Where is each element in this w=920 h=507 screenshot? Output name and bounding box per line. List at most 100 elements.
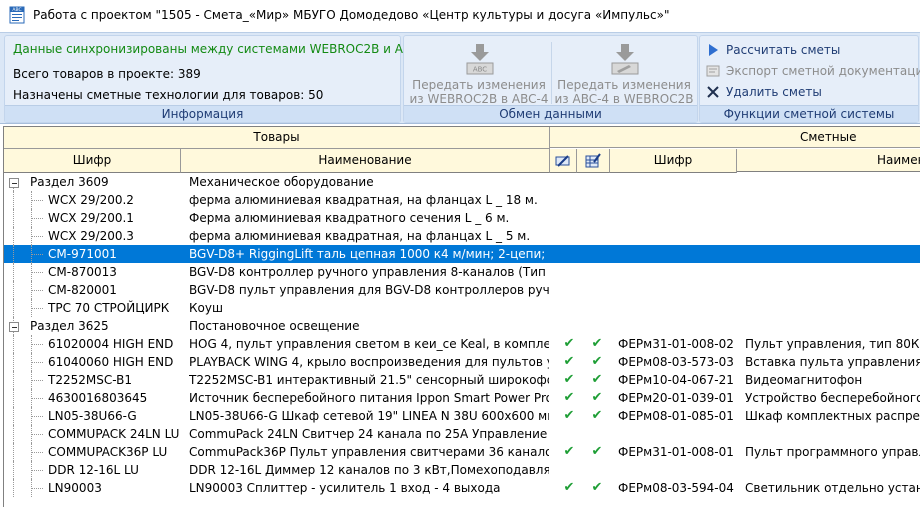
table-row[interactable]: COMMUPACK36P LU CommuPack36P Пульт управл… [4,443,920,461]
table-row[interactable]: Раздел 3625 Постановочное освещение [4,317,920,335]
tree-lines [4,191,44,209]
header-name[interactable]: Наименование [181,149,550,173]
send-to-webroc-button[interactable]: Передать изменения из ABC-4 в WEBROC2B [554,40,694,106]
collapse-toggle-icon[interactable] [9,178,19,188]
check-icon[interactable]: ✔ [587,353,607,371]
cell-tech-name: Светильник отдельно устанавл [745,481,920,495]
play-icon [709,44,718,56]
table-row[interactable]: WCX 29/200.2 ферма алюминиевая квадратная… [4,191,920,209]
table-row[interactable]: WCX 29/200.3 ферма алюминиевая квадратная… [4,227,920,245]
table-row[interactable]: LN05-38U66-G LN05-38U66-G Шкаф сетевой 19… [4,407,920,425]
tree-lines [4,353,44,371]
table-row[interactable]: WCX 29/200.1 Ферма алюминиевая квадратног… [4,209,920,227]
grid-rows: Раздел 3609 Механическое оборудование WCX … [4,173,920,497]
item-code: WCX 29/200.3 [48,229,134,243]
band-goods: Товары [4,127,550,149]
item-code: 61020004 HIGH END [48,337,174,351]
check-icon[interactable]: ✔ [587,407,607,425]
tree-lines [4,479,44,497]
tree-lines [4,299,44,317]
table-row[interactable]: 61040060 HIGH END PLAYBACK WING 4, крыло … [4,353,920,371]
cell-tech-code: ФЕРм08-01-085-01 [618,409,734,423]
tree-lines [4,227,44,245]
tree-lines [4,389,44,407]
cell-code: CM-971001 [4,245,180,263]
cell-code: DDR 12-16L LU [4,461,180,479]
header-code2[interactable]: Шифр [610,149,737,173]
item-code: COMMUPACK 24LN LU [48,427,180,441]
check-icon[interactable]: ✔ [559,371,579,389]
total-items: Всего товаров в проекте: 389 [13,67,201,81]
ribbon: Данные синхронизированы между системами … [0,32,920,124]
check-icon[interactable]: ✔ [587,371,607,389]
group-label-functions: Функции сметной системы [700,105,918,122]
cell-code: T2252MSC-B1 [4,371,180,389]
check-icon[interactable]: ✔ [559,353,579,371]
upload-icon [611,44,639,75]
delete-estimates-label: Удалить сметы [726,85,822,99]
cell-name: Постановочное освещение [189,319,360,333]
cell-name: LN05-38U66-G Шкаф сетевой 19" LINEA N 38… [189,409,549,423]
check-icon[interactable]: ✔ [559,407,579,425]
item-code: WCX 29/200.2 [48,193,134,207]
cell-name: BGV-D8+ RiggingLift таль цепная 1000 к4 … [189,247,549,261]
cell-name: T2252MSC-B1 интерактивный 21.5" сенсорны… [189,373,549,387]
cell-code: WCX 29/200.2 [4,191,180,209]
check-icon[interactable]: ✔ [587,389,607,407]
item-code: CM-870013 [48,265,117,279]
table-row[interactable]: T2252MSC-B1 T2252MSC-B1 интерактивный 21.… [4,371,920,389]
tree-lines [4,245,44,263]
collapse-toggle-icon[interactable] [9,322,19,332]
cell-tech-name: Видеомагнитофон [745,373,863,387]
table-row[interactable]: DDR 12-16L LU DDR 12-16L Диммер 12 канало… [4,461,920,479]
section-code: Раздел 3609 [30,175,109,189]
cell-tech-name: Пульт управления, тип 80К-49 [745,337,920,351]
calculate-estimates-label: Рассчитать сметы [726,43,841,57]
band-tech: Сметные технологии [550,127,920,165]
items-grid: Товары Сметные технологии Шифр Наименова… [3,126,920,507]
check-icon[interactable]: ✔ [587,443,607,461]
check-icon[interactable]: ✔ [587,479,607,497]
header-code[interactable]: Шифр [4,149,181,173]
table-row[interactable]: TPC 70 СТРОЙЦИРК Коуш [4,299,920,317]
cell-code: COMMUPACK 24LN LU [4,425,180,443]
svg-text:ABC: ABC [473,66,487,74]
cell-name: BGV-D8 пульт управления для BGV-D8 контр… [189,283,549,297]
header-edit[interactable] [550,149,577,173]
send-to-abc-button[interactable]: ABC Передать изменения из WEBROC2B в ABC-… [409,40,549,106]
cell-name: Источник бесперебойного питания Ippon Sm… [189,391,549,405]
group-label-exchange: Обмен данными [404,105,697,122]
header-table-edit[interactable] [577,149,610,173]
table-row[interactable]: CM-870013 BGV-D8 контроллер ручного управ… [4,263,920,281]
cell-name: CommuPack 24LN Свитчер 24 канала по 25A … [189,427,549,441]
table-row[interactable]: Раздел 3609 Механическое оборудование [4,173,920,191]
check-icon[interactable]: ✔ [559,335,579,353]
check-icon[interactable]: ✔ [559,443,579,461]
app-icon: ABC [9,6,25,24]
table-row[interactable]: 61020004 HIGH END HOG 4, пульт управления… [4,335,920,353]
item-code: WCX 29/200.1 [48,211,134,225]
sync-status: Данные синхронизированы между системами … [13,42,432,56]
check-icon[interactable]: ✔ [559,389,579,407]
tree-lines [4,461,44,479]
cell-tech-code: ФЕРм31-01-008-02 [618,337,734,351]
export-icon [706,65,720,77]
cell-code: CM-820001 [4,281,180,299]
upload-icon: ABC [466,44,494,75]
cell-name: Механическое оборудование [189,175,374,189]
check-icon[interactable]: ✔ [587,335,607,353]
table-row[interactable]: CM-971001 BGV-D8+ RiggingLift таль цепная… [4,245,920,263]
item-code: 4630016803645 [48,391,148,405]
table-row[interactable]: CM-820001 BGV-D8 пульт управления для BGV… [4,281,920,299]
cell-name: PLAYBACK WING 4, крыло воспроизведения д… [189,355,549,369]
table-row[interactable]: LN90003 LN90003 Сплиттер - усилитель 1 вх… [4,479,920,497]
check-icon[interactable]: ✔ [559,479,579,497]
tree-lines [4,281,44,299]
cell-code: WCX 29/200.1 [4,209,180,227]
table-row[interactable]: COMMUPACK 24LN LU CommuPack 24LN Свитчер … [4,425,920,443]
assigned-tech-count: Назначены сметные технологии для товаров… [13,88,324,102]
table-row[interactable]: 4630016803645 Источник бесперебойного пит… [4,389,920,407]
group-label-info: Информация [5,105,400,122]
functions-group: Рассчитать сметы Экспорт сметной докумен… [699,35,920,123]
header-name2[interactable]: Наименование [737,149,920,172]
